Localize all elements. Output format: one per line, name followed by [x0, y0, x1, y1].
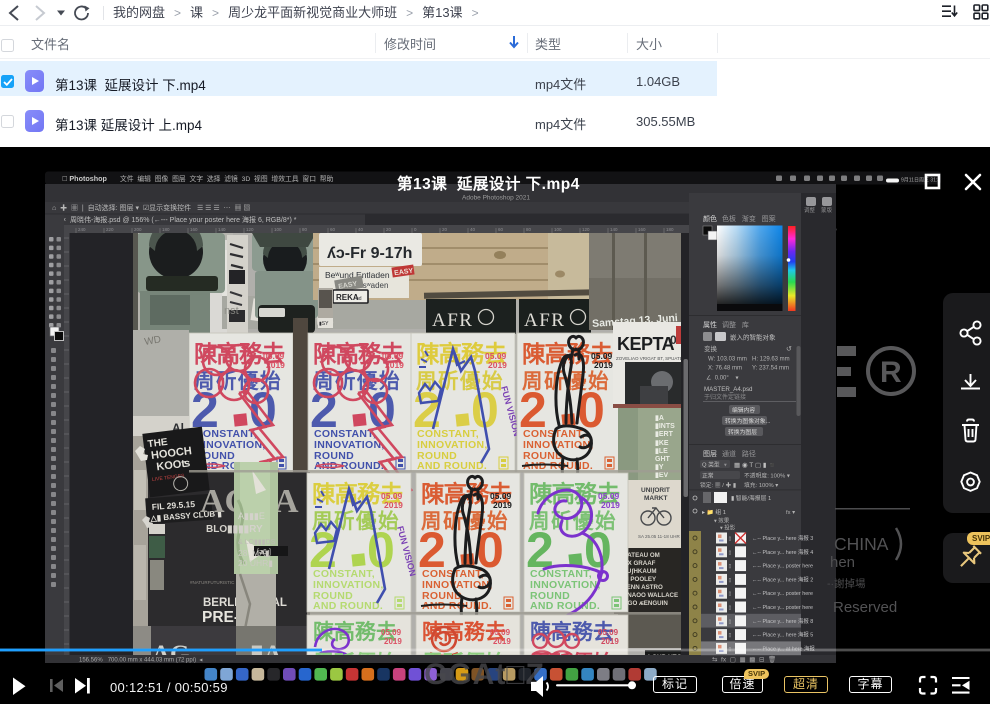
- svg-text:W: 103.03 mm: W: 103.03 mm: [708, 357, 747, 363]
- svg-text:调整 库: 调整 库: [722, 320, 749, 329]
- svg-text:Y: 237.54 mm: Y: 237.54 mm: [752, 366, 789, 372]
- svg-text:180: 180: [162, 227, 170, 232]
- svg-text:图层: 图层: [703, 450, 717, 458]
- svg-text:100: 100: [554, 227, 562, 232]
- svg-text:160: 160: [190, 227, 198, 232]
- svg-text:←-- Place y... here 海报 8: ←-- Place y... here 海报 8: [752, 617, 813, 625]
- svg-text:R: R: [880, 356, 902, 389]
- svg-text:220: 220: [106, 227, 114, 232]
- svg-text:▯: ▯: [729, 577, 732, 583]
- svg-text:▯: ▯: [729, 550, 732, 556]
- svg-text:MASTER_A4.psd: MASTER_A4.psd: [704, 386, 753, 393]
- svg-text:fx ▾: fx ▾: [786, 510, 795, 516]
- svg-text:H: 129.63 mm: H: 129.63 mm: [752, 357, 790, 363]
- svg-text:▯: ▯: [729, 633, 732, 639]
- svg-text:▦ ◉ T ▢ ▮ ◾: ▦ ◉ T ▢ ▮ ◾: [734, 462, 776, 469]
- svg-text:▮ 智能/海报层 1: ▮ 智能/海报层 1: [731, 494, 771, 502]
- svg-text:240: 240: [78, 227, 86, 232]
- svg-text:CHINA: CHINA: [834, 534, 889, 554]
- svg-text:× 周晓伟-海报.psd @ 156% (←--- Pla: × 周晓伟-海报.psd @ 156% (←--- Place your pos…: [62, 215, 297, 224]
- svg-text:▾ 效果: ▾ 效果: [714, 517, 730, 525]
- svg-text:140: 140: [218, 227, 226, 232]
- svg-text:hen: hen: [830, 554, 855, 571]
- svg-text:色板 渐变 图案: 色板 渐变 图案: [722, 214, 776, 223]
- svg-text:颜色: 颜色: [703, 214, 717, 223]
- svg-text:正常: 正常: [702, 472, 714, 480]
- svg-text:锁定: ▦ / ✚ ▮: 锁定: ▦ / ✚ ▮: [700, 481, 736, 489]
- svg-text:▯: ▯: [729, 536, 732, 542]
- svg-text:120: 120: [582, 227, 590, 232]
- svg-text:140: 140: [610, 227, 618, 232]
- svg-text:⇆ fx ▢ ▦ ▩ ⊟ 🗑: ⇆ fx ▢ ▦ ▩ ⊟ 🗑: [712, 656, 776, 664]
- svg-text:填充: 100% ▾: 填充: 100% ▾: [744, 481, 778, 489]
- svg-text:属性: 属性: [703, 320, 717, 329]
- svg-text:←-- Place y... here 海报 2: ←-- Place y... here 海报 2: [752, 575, 813, 583]
- svg-text:转换为图层: 转换为图层: [728, 428, 757, 436]
- svg-text:编辑内容: 编辑内容: [732, 406, 755, 414]
- svg-text:变换: 变换: [704, 344, 718, 353]
- svg-text:←-- Place y... here 海报 5: ←-- Place y... here 海报 5: [752, 631, 813, 639]
- svg-text:蒙版: 蒙版: [821, 206, 833, 214]
- svg-text:▾ 投影: ▾ 投影: [720, 524, 736, 532]
- svg-text: Photoshop:  Photoshop: [62, 174, 108, 183]
- svg-text:▾: ▾: [724, 463, 727, 469]
- svg-text:80: 80: [302, 227, 308, 232]
- svg-text:120: 120: [246, 227, 254, 232]
- svg-text:←-- Place y... poster here: ←-- Place y... poster here: [752, 564, 813, 570]
- svg-text:40: 40: [358, 227, 364, 232]
- svg-text:文件 编辑 图像 图层 文字 选择 滤镜 3D: 文件 编辑 图像 图层 文字 选择 滤镜 3D 视图 增效工具 窗口 帮助: [120, 174, 334, 183]
- svg-text:▯: ▯: [729, 605, 732, 611]
- svg-text:←-- Place y... poster here: ←-- Place y... poster here: [752, 591, 813, 597]
- svg-text:20: 20: [442, 227, 448, 232]
- svg-text:←-- Place y... here 海报 3: ←-- Place y... here 海报 3: [752, 534, 813, 542]
- svg-text:200: 200: [134, 227, 142, 232]
- svg-text:←-- Place y... poster here: ←-- Place y... poster here: [752, 605, 813, 611]
- svg-text:Reserved: Reserved: [833, 599, 897, 616]
- svg-text:调整: 调整: [804, 206, 816, 214]
- svg-text:X: 76.48 mm: X: 76.48 mm: [708, 366, 742, 372]
- svg-text:于归文件定链接: 于归文件定链接: [704, 393, 746, 401]
- svg-text:Q 类型: Q 类型: [702, 461, 720, 469]
- svg-text:∠ 0.00° ▾: ∠ 0.00° ▾: [706, 375, 738, 382]
- svg-text:转换为图像对象...: 转换为图像对象...: [725, 417, 771, 425]
- svg-text:156.56% 700.00 mm x 444.03 m: 156.56% 700.00 mm x 444.03 mm (72 ppi) ◂: [79, 658, 202, 664]
- svg-text:Adobe Photoshop 2021: Adobe Photoshop 2021: [462, 195, 530, 202]
- svg-text:▯: ▯: [729, 564, 732, 570]
- svg-text:▯: ▯: [729, 619, 732, 625]
- svg-text:60: 60: [330, 227, 336, 232]
- svg-text:↺: ↺: [786, 346, 792, 353]
- svg-text:▸ 📁 组 1: ▸ 📁 组 1: [702, 508, 726, 516]
- svg-text:20: 20: [386, 227, 392, 232]
- svg-text:⌂ ✚ ▦ | 自动选择: 图层 ▾ ☑显示变换控: ⌂ ✚ ▦ | 自动选择: 图层 ▾ ☑显示变换控件 ☰ ☰ ☰ ⋯ ▦ ▧: [52, 203, 250, 212]
- svg-text:←-- Place y... here 海报 4: ←-- Place y... here 海报 4: [752, 548, 813, 556]
- svg-text:40: 40: [470, 227, 476, 232]
- svg-text:80: 80: [526, 227, 532, 232]
- svg-text:100: 100: [274, 227, 282, 232]
- svg-text:60: 60: [498, 227, 504, 232]
- svg-text:通道 路径: 通道 路径: [722, 449, 756, 458]
- svg-text:180: 180: [666, 227, 674, 232]
- svg-text:嵌入的智能对象: 嵌入的智能对象: [730, 333, 776, 342]
- svg-text:不透明度: 100% ▾: 不透明度: 100% ▾: [744, 472, 790, 480]
- svg-text:▯: ▯: [729, 591, 732, 597]
- svg-text:-·謝掉場: -·謝掉場: [827, 577, 866, 590]
- svg-text:160: 160: [638, 227, 646, 232]
